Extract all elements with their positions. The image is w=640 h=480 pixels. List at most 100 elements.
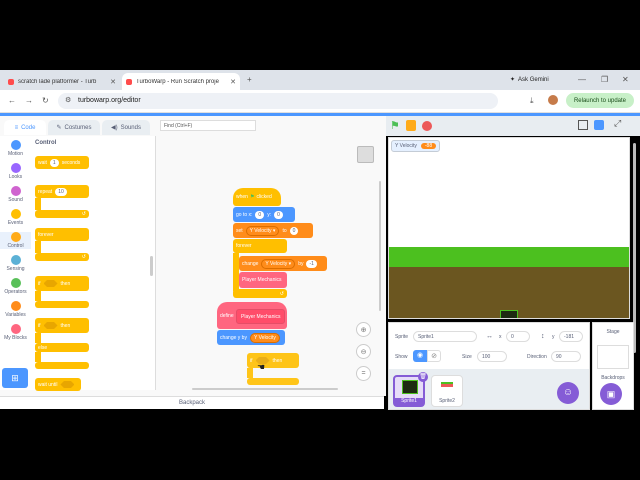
close-window-icon[interactable]: ✕ [622, 75, 629, 85]
plus-icon[interactable]: + [247, 75, 252, 85]
sprite-name-input[interactable]: Sprite1 [413, 331, 477, 342]
condition-slot[interactable] [43, 322, 58, 329]
pause-icon[interactable] [406, 120, 416, 131]
browser-tab-1[interactable]: scratch lade platformer - Turb ✕ [4, 73, 120, 90]
block-input[interactable]: -1 [306, 259, 317, 268]
stop-icon[interactable] [422, 121, 432, 131]
site-info-icon[interactable]: ⚙ [65, 96, 71, 106]
stage-canvas[interactable]: Y Velocity -88 [388, 137, 630, 319]
find-input[interactable]: Find (Ctrl+F) [160, 120, 256, 131]
download-icon[interactable]: ⤓ [530, 96, 534, 106]
palette-scrollbar[interactable] [150, 256, 153, 276]
address-bar[interactable]: ⚙ turbowarp.org/editor [58, 93, 498, 109]
dragged-if-block[interactable]: if then [247, 353, 299, 368]
define-block[interactable]: define Player Mechanics [217, 302, 287, 329]
show-hidden-icon[interactable]: ⊘ [427, 350, 441, 362]
if-else-block[interactable]: if then [35, 318, 89, 333]
change-y-block[interactable]: change y by Y Velocity [217, 330, 285, 345]
normal-stage-icon[interactable] [594, 120, 604, 130]
go-to-xy-block[interactable]: go to x: 0 y: 0 [233, 207, 295, 222]
sprite-tile-sprite2[interactable]: Sprite2 [431, 375, 463, 407]
variable-dropdown[interactable]: Y Velocity ▾ [245, 225, 280, 236]
block-text: forever [236, 243, 252, 249]
category-my-blocks[interactable]: My Blocks [0, 324, 31, 341]
minimize-icon[interactable]: — [578, 75, 586, 85]
back-icon[interactable]: ← [8, 96, 16, 106]
add-sprite-button[interactable]: ☺ [557, 382, 579, 404]
block-c-arm [35, 352, 41, 362]
block-text: if [250, 357, 253, 364]
script-workspace[interactable]: when ⚑ clicked go to x: 0 y: 0 set Y Velocity … [156, 136, 384, 390]
category-control[interactable]: Control [0, 232, 31, 249]
category-looks[interactable]: Looks [0, 163, 31, 180]
wait-block[interactable]: wait 1 seconds [35, 156, 89, 169]
avatar[interactable] [548, 95, 558, 105]
reload-icon[interactable]: ↻ [42, 96, 49, 106]
add-extension-button[interactable]: ⊞ [2, 368, 28, 388]
forever-block[interactable]: forever [35, 228, 89, 241]
stage-thumbnail[interactable] [597, 345, 629, 369]
zoom-reset-button[interactable]: = [356, 366, 371, 381]
small-stage-icon[interactable] [578, 120, 588, 130]
size-input[interactable]: 100 [477, 351, 507, 362]
category-events[interactable]: Events [0, 209, 31, 226]
repeat-block-end: ↺ [35, 210, 89, 218]
close-icon[interactable]: ✕ [110, 78, 116, 86]
trash-icon[interactable]: 🗑 [418, 372, 428, 382]
block-input[interactable]: 10 [55, 187, 67, 196]
zoom-out-button[interactable]: ⊖ [356, 344, 371, 359]
sprite-tile-sprite1[interactable]: Sprite1 🗑 [393, 372, 428, 407]
block-input[interactable]: 0 [274, 210, 283, 219]
y-input[interactable]: -181 [559, 331, 583, 342]
variable-dropdown[interactable]: Y Velocity ▾ [261, 258, 296, 269]
events-icon [10, 209, 21, 219]
ask-gemini-button[interactable]: ✦ Ask Gemini [510, 73, 560, 86]
forward-icon[interactable]: → [25, 96, 33, 106]
add-backdrop-button[interactable]: ▣ [600, 383, 622, 405]
repeat-block[interactable]: repeat 10 [35, 185, 89, 198]
when-flag-clicked-block[interactable]: when ⚑ clicked [233, 188, 281, 206]
category-motion[interactable]: Motion [0, 140, 31, 157]
category-operators[interactable]: Operators [0, 278, 31, 295]
block-text: seconds [61, 159, 81, 166]
block-input[interactable]: 0 [289, 226, 299, 235]
player-mechanics-call-block[interactable]: Player Mechanics [239, 272, 287, 288]
wait-until-block[interactable]: wait until [35, 378, 81, 391]
tab-costumes[interactable]: ✎ Costumes [48, 120, 100, 135]
direction-label: Direction [527, 354, 547, 360]
stage-selector-pane[interactable]: Stage Backdrops ▣ [592, 322, 634, 410]
relaunch-button[interactable]: Relaunch to update [566, 93, 634, 108]
browser-tab-2[interactable]: TurboWarp - Run Scratch proje ✕ [122, 73, 240, 90]
workspace-h-scrollbar[interactable] [192, 388, 338, 390]
change-variable-block[interactable]: change Y Velocity ▾ by -1 [239, 256, 327, 271]
sprite-label: Sprite [395, 334, 409, 340]
workspace-v-scrollbar[interactable] [379, 181, 381, 311]
maximize-icon[interactable]: ❐ [601, 75, 608, 85]
close-icon[interactable]: ✕ [230, 78, 236, 86]
forever-block[interactable]: forever [233, 239, 287, 253]
condition-slot[interactable] [43, 280, 58, 287]
variable-reporter[interactable]: Y Velocity [249, 332, 280, 343]
variable-monitor[interactable]: Y Velocity -88 [391, 140, 441, 152]
direction-input[interactable]: 90 [551, 351, 581, 362]
category-sound[interactable]: Sound [0, 186, 31, 203]
backpack[interactable]: Backpack [0, 396, 384, 409]
set-variable-block[interactable]: set Y Velocity ▾ to 0 [233, 223, 313, 238]
category-variables[interactable]: Variables [0, 301, 31, 318]
x-input[interactable]: 0 [506, 331, 530, 342]
tab-code[interactable]: ≡ Code [4, 120, 46, 135]
zoom-in-button[interactable]: ⊕ [356, 322, 371, 337]
if-then-block[interactable]: if then [35, 276, 89, 291]
tab-sounds[interactable]: ◀) Sounds [102, 120, 150, 135]
condition-slot[interactable] [60, 381, 75, 388]
block-input[interactable]: 1 [49, 158, 59, 167]
block-input[interactable]: 0 [255, 210, 265, 219]
tab-sounds-label: Sounds [120, 124, 141, 131]
player-sprite[interactable] [500, 310, 518, 318]
image-icon: ▣ [606, 389, 616, 399]
category-sensing[interactable]: Sensing [0, 255, 31, 272]
control-icon [10, 232, 21, 242]
show-visible-icon[interactable]: ◉ [413, 350, 427, 362]
fullscreen-icon[interactable]: ⤢ [614, 118, 621, 129]
green-flag-icon[interactable]: ⚑ [390, 119, 400, 132]
